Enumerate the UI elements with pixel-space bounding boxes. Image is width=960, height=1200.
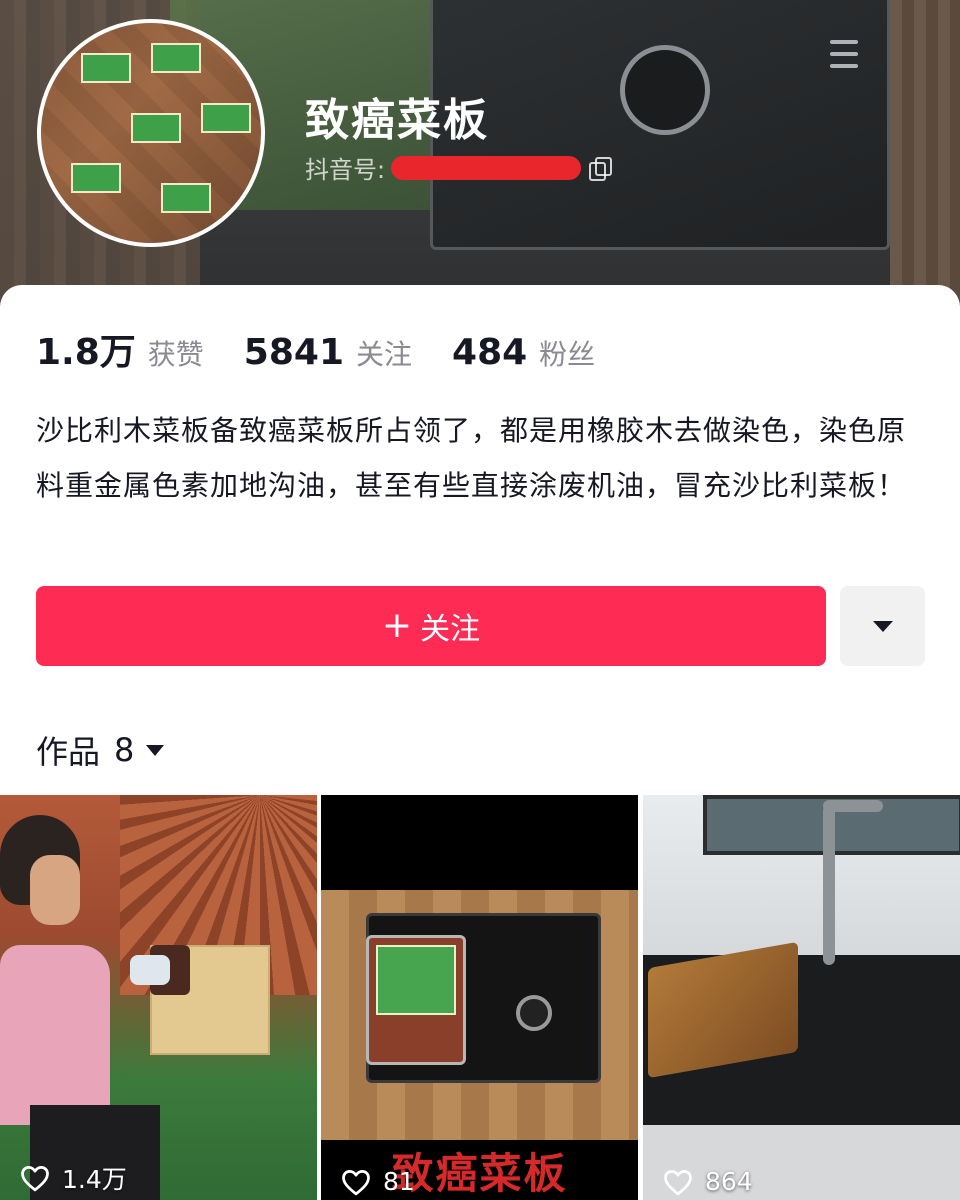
stat-following[interactable]: 5841 关注 (244, 332, 412, 373)
heart-icon (342, 1169, 370, 1195)
stat-likes-label: 获赞 (147, 338, 204, 371)
stat-likes[interactable]: 1.8万 获赞 (36, 323, 204, 375)
stat-likes-value: 1.8万 (36, 332, 136, 373)
follow-button-label: 关注 (420, 612, 481, 647)
video-tile[interactable]: 864 (643, 795, 960, 1200)
works-count: 8 (114, 731, 135, 769)
avatar[interactable] (37, 19, 265, 247)
plus-icon: + (381, 605, 413, 646)
stat-followers[interactable]: 484 粉丝 (452, 332, 595, 373)
banner-drain (620, 45, 710, 135)
heart-icon (21, 1166, 49, 1192)
video-likes: 1.4万 (20, 1160, 127, 1196)
video-likes-count: 81 (383, 1167, 415, 1196)
follow-button[interactable]: + 关注 (36, 586, 826, 666)
video-likes: 864 (663, 1167, 753, 1196)
copy-icon[interactable] (589, 156, 613, 181)
banner-wood-right (890, 0, 960, 310)
works-label: 作品 (36, 733, 101, 771)
video-tile[interactable]: 1.4万 (0, 795, 317, 1200)
profile-bio: 沙比利木菜板备致癌菜板所占领了，都是用橡胶木去做染色，染色原料重金属色素加地沟油… (36, 414, 907, 502)
stat-followers-value: 484 (452, 332, 528, 373)
video-likes: 81 (341, 1167, 415, 1196)
redacted-id (391, 155, 582, 180)
video-grid: 1.4万 致癌菜板 81 864 (0, 795, 960, 1200)
stats-row: 1.8万 获赞 5841 关注 484 粉丝 (36, 323, 635, 375)
heart-icon (664, 1169, 692, 1195)
video-likes-count: 1.4万 (62, 1165, 127, 1194)
video-tile[interactable]: 致癌菜板 81 (321, 795, 638, 1200)
tab-works[interactable]: 作品 8 (36, 727, 165, 773)
profile-name: 致癌菜板 (305, 95, 489, 146)
more-options-button[interactable] (840, 586, 925, 666)
caret-down-icon (872, 620, 893, 632)
stat-followers-label: 粉丝 (539, 338, 596, 371)
video-likes-count: 864 (705, 1167, 753, 1196)
banner-slots (830, 40, 858, 90)
stat-following-value: 5841 (243, 332, 344, 373)
stat-following-label: 关注 (356, 338, 413, 371)
douyin-id: 抖音号: (305, 150, 613, 185)
works-caret-icon (146, 744, 165, 756)
douyin-id-label: 抖音号: (305, 156, 386, 184)
